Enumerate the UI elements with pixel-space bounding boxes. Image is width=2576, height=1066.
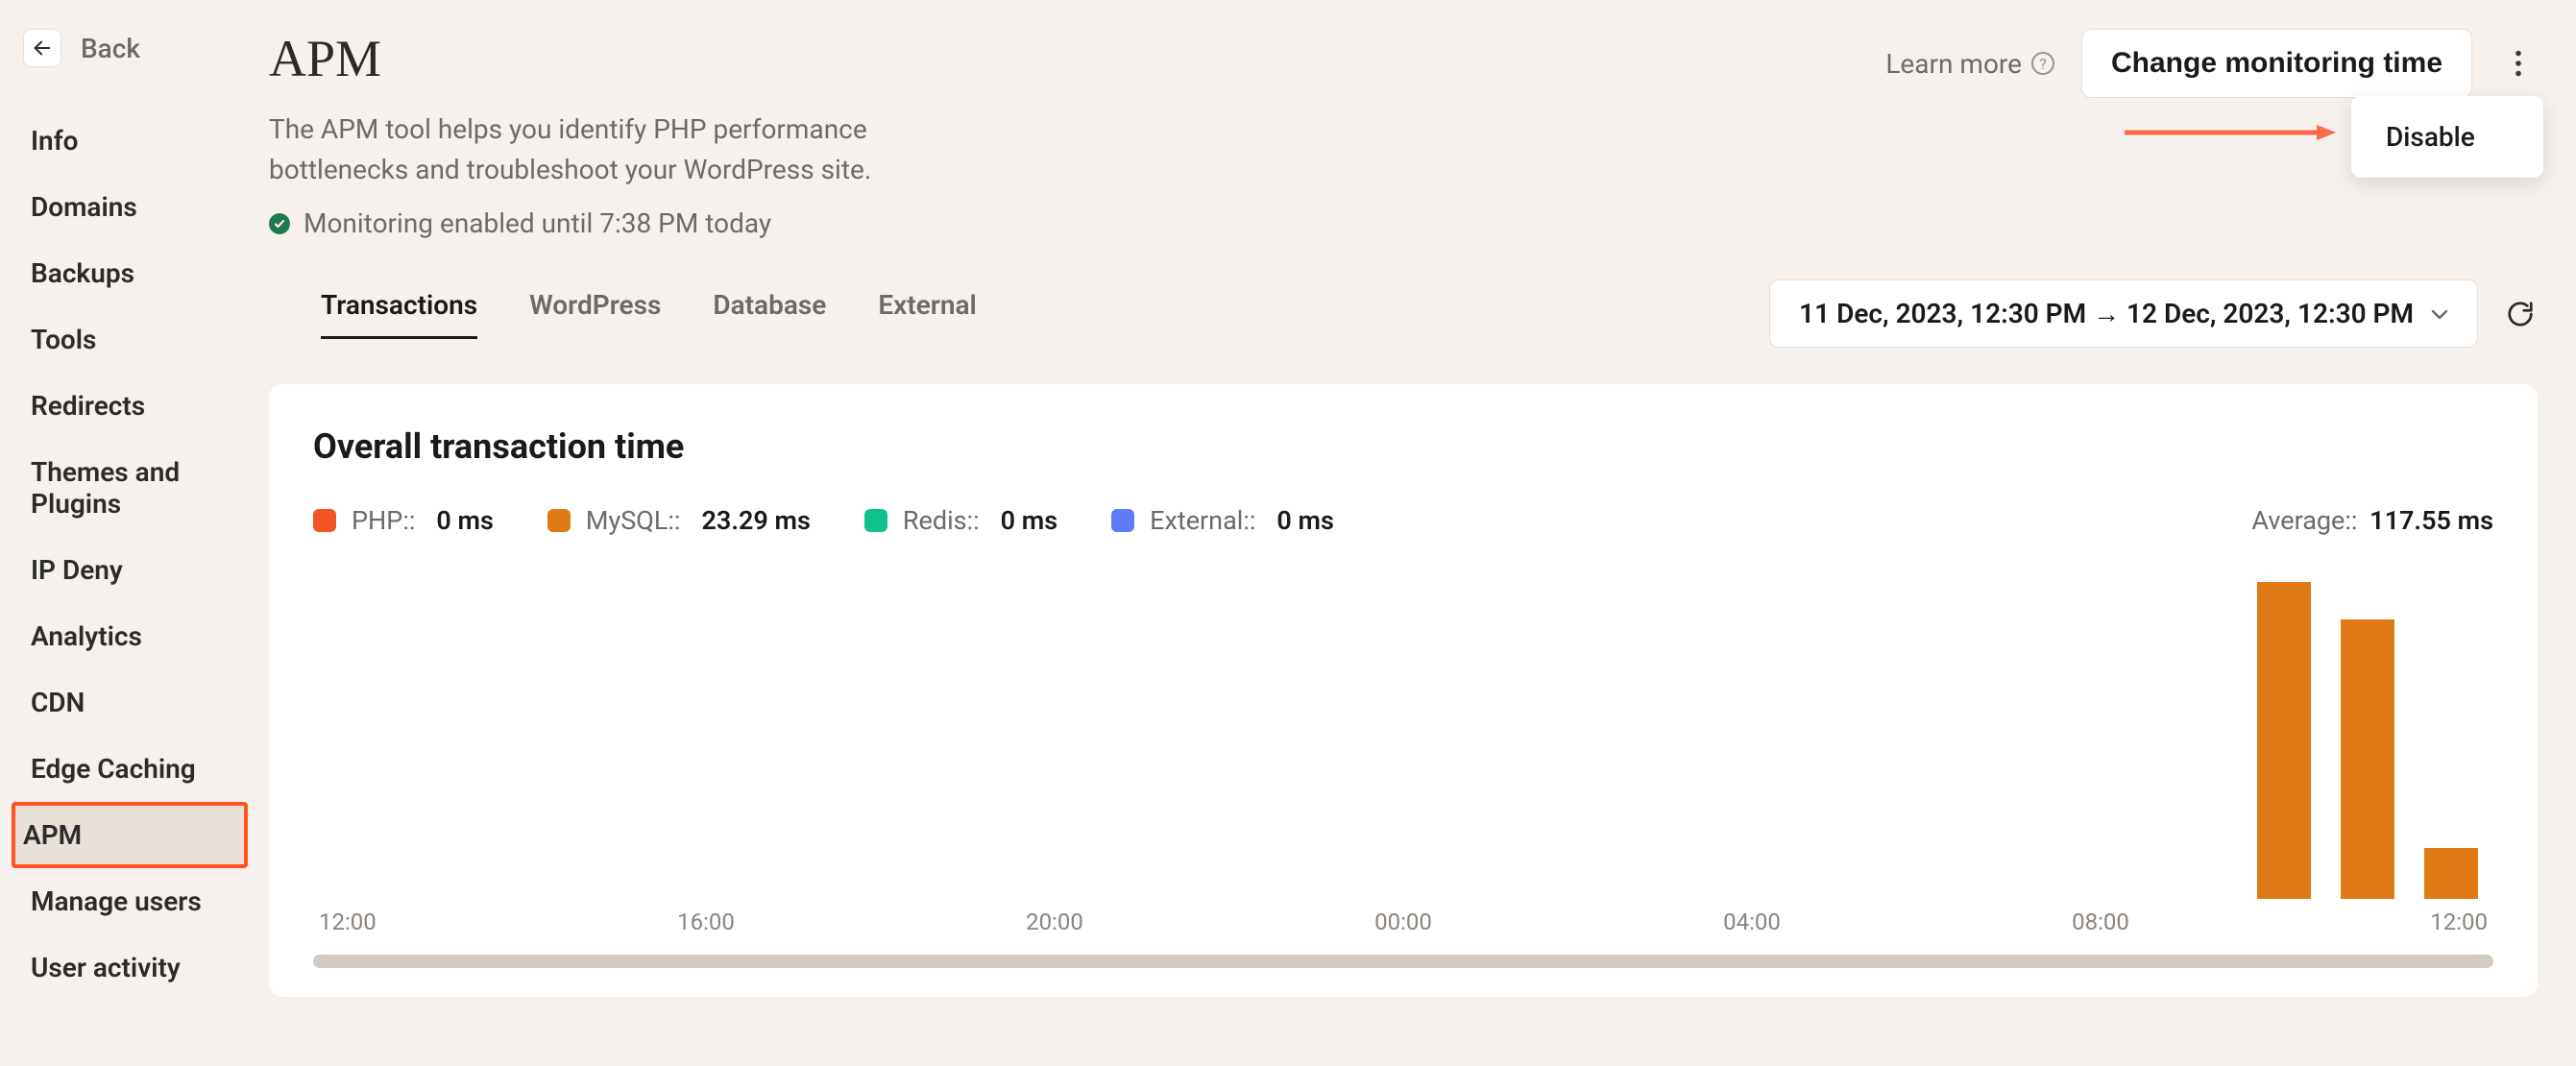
kebab-menu-button[interactable] xyxy=(2499,44,2538,83)
arrow-left-icon xyxy=(32,37,53,59)
legend-mysql: MySQL:: 23.29 ms xyxy=(547,505,811,536)
x-tick: 20:00 xyxy=(1016,909,1093,935)
swatch-redis xyxy=(864,509,887,532)
sidebar-item-ip-deny[interactable]: IP Deny xyxy=(19,537,240,603)
help-icon: ? xyxy=(2031,52,2054,75)
page-description: The APM tool helps you identify PHP perf… xyxy=(269,109,884,190)
legend-redis-label: Redis:: xyxy=(903,505,980,536)
tab-external[interactable]: External xyxy=(878,289,976,339)
chart-scrollbar[interactable] xyxy=(313,955,2493,968)
legend-php-value: 0 ms xyxy=(436,505,493,536)
legend-redis: Redis:: 0 ms xyxy=(864,505,1057,536)
sidebar-item-cdn[interactable]: CDN xyxy=(19,669,240,736)
sidebar: Back Info Domains Backups Tools Redirect… xyxy=(0,0,259,1066)
tabs: Transactions WordPress Database External xyxy=(321,289,977,339)
chart-bar xyxy=(2257,582,2311,899)
swatch-php xyxy=(313,509,336,532)
legend-external-label: External:: xyxy=(1150,505,1255,536)
back-label: Back xyxy=(81,33,140,64)
swatch-mysql xyxy=(547,509,571,532)
x-tick: 12:00 xyxy=(319,909,396,935)
sidebar-item-backups[interactable]: Backups xyxy=(19,240,240,306)
sidebar-item-domains[interactable]: Domains xyxy=(19,174,240,240)
chart-x-axis: 12:00 16:00 20:00 00:00 04:00 08:00 12:00 xyxy=(313,899,2493,935)
legend-redis-value: 0 ms xyxy=(1001,505,1057,536)
sidebar-item-analytics[interactable]: Analytics xyxy=(19,603,240,669)
annotation-arrow xyxy=(2125,123,2336,146)
x-tick: 04:00 xyxy=(1713,909,1790,935)
legend-average: Average:: 117.55 ms xyxy=(2251,505,2493,536)
sidebar-item-info[interactable]: Info xyxy=(19,108,240,174)
chart: 12:00 16:00 20:00 00:00 04:00 08:00 12:00 xyxy=(313,563,2493,937)
sidebar-item-tools[interactable]: Tools xyxy=(19,306,240,373)
sidebar-item-edge-caching[interactable]: Edge Caching xyxy=(19,736,240,802)
x-tick: 12:00 xyxy=(2411,909,2488,935)
sidebar-item-themes-plugins[interactable]: Themes and Plugins xyxy=(19,439,240,537)
sidebar-item-manage-users[interactable]: Manage users xyxy=(19,868,240,934)
x-tick: 08:00 xyxy=(2062,909,2139,935)
learn-more-label: Learn more xyxy=(1885,48,2022,80)
main-content: APM Learn more ? Change monitoring time … xyxy=(259,0,2576,1066)
card-title: Overall transaction time xyxy=(313,426,2493,467)
right-controls: 11 Dec, 2023, 12:30 PM → 12 Dec, 2023, 1… xyxy=(1769,279,2538,348)
date-range-text: 11 Dec, 2023, 12:30 PM → 12 Dec, 2023, 1… xyxy=(1799,298,2414,329)
sidebar-item-user-activity[interactable]: User activity xyxy=(19,934,240,1001)
kebab-icon xyxy=(2515,50,2522,77)
learn-more-link[interactable]: Learn more ? xyxy=(1885,48,2054,80)
swatch-external xyxy=(1111,509,1134,532)
monitoring-status-text: Monitoring enabled until 7:38 PM today xyxy=(304,207,771,239)
legend-average-label: Average:: xyxy=(2251,505,2357,536)
legend-row: PHP:: 0 ms MySQL:: 23.29 ms Redis:: 0 ms xyxy=(313,505,2493,536)
tab-wordpress[interactable]: WordPress xyxy=(529,289,661,339)
sidebar-item-redirects[interactable]: Redirects xyxy=(19,373,240,439)
x-tick: 00:00 xyxy=(1365,909,1442,935)
back-row: Back xyxy=(23,29,240,67)
chevron-down-icon xyxy=(2431,303,2448,326)
kebab-dropdown: Disable xyxy=(2351,96,2543,178)
x-tick: 16:00 xyxy=(668,909,744,935)
legend-mysql-label: MySQL:: xyxy=(586,505,681,536)
header-actions: Learn more ? Change monitoring time xyxy=(1885,29,2538,98)
change-monitoring-time-button[interactable]: Change monitoring time xyxy=(2081,29,2472,98)
disable-menu-item[interactable]: Disable xyxy=(2351,100,2543,174)
legend-php: PHP:: 0 ms xyxy=(313,505,494,536)
back-button[interactable] xyxy=(23,29,61,67)
chart-bar xyxy=(2341,619,2394,899)
page-header: APM Learn more ? Change monitoring time xyxy=(269,29,2538,98)
refresh-button[interactable] xyxy=(2503,297,2538,331)
chart-scrollbar-thumb[interactable] xyxy=(313,955,2493,968)
monitoring-status: Monitoring enabled until 7:38 PM today xyxy=(269,207,2538,239)
legend-mysql-value: 23.29 ms xyxy=(701,505,810,536)
legend-php-label: PHP:: xyxy=(352,505,415,536)
legend-external: External:: 0 ms xyxy=(1111,505,1334,536)
tab-transactions[interactable]: Transactions xyxy=(321,289,477,339)
check-circle-icon xyxy=(269,213,290,234)
legend-external-value: 0 ms xyxy=(1276,505,1333,536)
legend-average-value: 117.55 ms xyxy=(2369,505,2493,536)
sidebar-item-apm[interactable]: APM xyxy=(12,802,248,868)
page-title: APM xyxy=(269,29,381,88)
legend-left: PHP:: 0 ms MySQL:: 23.29 ms Redis:: 0 ms xyxy=(313,505,1334,536)
chart-bar xyxy=(2424,848,2478,899)
controls-row: Transactions WordPress Database External… xyxy=(269,279,2538,348)
tab-database[interactable]: Database xyxy=(713,289,826,339)
refresh-icon xyxy=(2506,300,2535,328)
overall-transaction-card: Overall transaction time PHP:: 0 ms MySQ… xyxy=(269,384,2538,997)
chart-plot xyxy=(313,563,2493,899)
date-range-picker[interactable]: 11 Dec, 2023, 12:30 PM → 12 Dec, 2023, 1… xyxy=(1769,279,2478,348)
